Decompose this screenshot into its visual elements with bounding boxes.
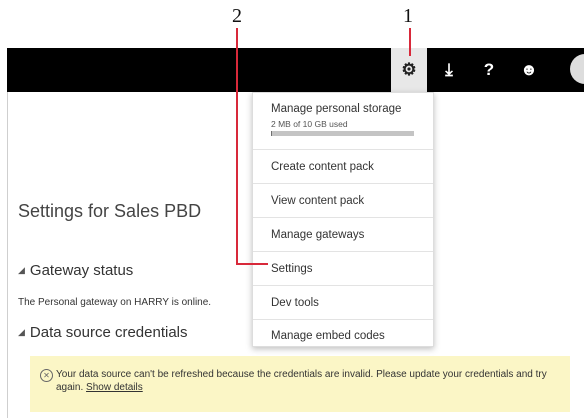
feedback-smiley-icon[interactable]: ☻ (511, 48, 547, 92)
gateway-status-message: The Personal gateway on HARRY is online. (18, 297, 212, 308)
callout-line-2-vertical (236, 28, 238, 265)
gateway-status-label: Gateway status (29, 262, 134, 279)
menu-item-dev-tools[interactable]: Dev tools (253, 286, 433, 320)
help-icon[interactable]: ? (471, 48, 507, 92)
menu-item-label: Manage embed codes (271, 329, 385, 342)
callout-number-1: 1 (403, 5, 413, 27)
menu-item-manage-gateways[interactable]: Manage gateways (253, 218, 433, 252)
show-details-link[interactable]: Show details (86, 382, 143, 393)
collapse-triangle-icon: ◢ (18, 265, 25, 275)
menu-item-label: View content pack (271, 194, 365, 207)
callout-line-2-horizontal (236, 263, 268, 265)
storage-title: Manage personal storage (271, 103, 402, 115)
data-source-credentials-label: Data source credentials (29, 324, 188, 341)
callout-number-2: 2 (232, 5, 242, 27)
storage-usage-fill (271, 131, 272, 136)
credentials-warning-banner: ✕ Your data source can't be refreshed be… (30, 356, 570, 412)
menu-item-view-content-pack[interactable]: View content pack (253, 184, 433, 218)
menu-item-manage-embed-codes[interactable]: Manage embed codes (253, 320, 433, 351)
gateway-status-header[interactable]: ◢ Gateway status (18, 262, 133, 279)
menu-item-settings[interactable]: Settings (253, 252, 433, 286)
page-title: Settings for Sales PBD (18, 201, 202, 221)
download-icon[interactable]: ⤓ (431, 48, 467, 92)
menu-item-label: Dev tools (271, 296, 319, 309)
storage-usage-bar (271, 131, 414, 136)
menu-item-label: Create content pack (271, 160, 374, 173)
collapse-triangle-icon: ◢ (18, 327, 25, 337)
menu-item-label: Settings (271, 262, 313, 275)
menu-item-label: Manage gateways (271, 228, 365, 241)
settings-dropdown-menu: Manage personal storage 2 MB of 10 GB us… (252, 92, 434, 347)
data-source-credentials-header[interactable]: ◢ Data source credentials (18, 324, 188, 341)
callout-line-1 (409, 28, 411, 56)
top-nav-bar: ⚙ ⤓ ? ☻ (7, 48, 584, 92)
menu-item-create-content-pack[interactable]: Create content pack (253, 150, 433, 184)
menu-item-manage-personal-storage[interactable]: Manage personal storage 2 MB of 10 GB us… (253, 93, 433, 150)
error-circle-icon: ✕ (40, 369, 53, 382)
warning-text: Your data source can't be refreshed beca… (56, 368, 556, 394)
storage-usage-text: 2 MB of 10 GB used (271, 119, 348, 129)
